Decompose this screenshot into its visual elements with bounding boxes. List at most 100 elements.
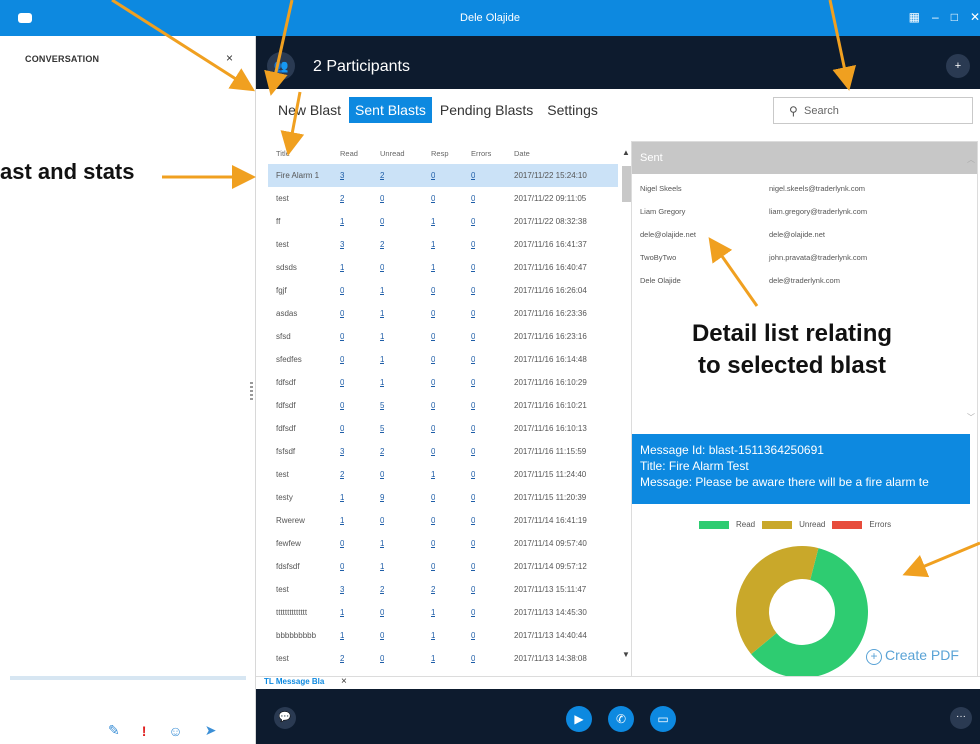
screen-share-icon[interactable]: ▭ (650, 706, 676, 732)
scroll-up-icon[interactable]: ▲ (622, 148, 630, 157)
cell-resp[interactable]: 0 (431, 424, 435, 433)
cell-read[interactable]: 0 (340, 355, 344, 364)
cell-errors[interactable]: 0 (471, 286, 475, 295)
table-row[interactable]: Rwerew 1 0 0 0 2017/11/14 16:41:19 (268, 509, 618, 532)
cell-errors[interactable]: 0 (471, 539, 475, 548)
priority-icon[interactable]: ! (142, 723, 147, 739)
table-row[interactable]: sdsds 1 0 1 0 2017/11/16 16:40:47 (268, 256, 618, 279)
table-row[interactable]: test 2 0 1 0 2017/11/13 14:38:08 (268, 647, 618, 670)
table-row[interactable]: fdfsdf 0 1 0 0 2017/11/16 16:10:29 (268, 371, 618, 394)
add-participant-icon[interactable]: + (946, 54, 970, 78)
recipient-row[interactable]: Liam Gregory liam.gregory@traderlynk.com (640, 203, 970, 225)
cell-read[interactable]: 1 (340, 217, 344, 226)
cell-resp[interactable]: 0 (431, 378, 435, 387)
table-row[interactable]: Fire Alarm 1 3 2 0 0 2017/11/22 15:24:10 (268, 164, 618, 187)
tab-message-blast[interactable]: TL Message Bla (264, 677, 324, 686)
cell-errors[interactable]: 0 (471, 424, 475, 433)
table-row[interactable]: test 2 0 1 0 2017/11/15 11:24:40 (268, 463, 618, 486)
cell-resp[interactable]: 0 (431, 401, 435, 410)
tab-sent-blasts[interactable]: Sent Blasts (349, 97, 432, 123)
column-header-resp[interactable]: Resp (431, 149, 449, 158)
close-icon[interactable]: ✕ (970, 10, 980, 24)
table-row[interactable]: fewfew 0 1 0 0 2017/11/14 09:57:40 (268, 532, 618, 555)
cell-resp[interactable]: 1 (431, 263, 435, 272)
recipient-row[interactable]: dele@olajide.net dele@olajide.net (640, 226, 970, 248)
cell-read[interactable]: 3 (340, 585, 344, 594)
cell-unread[interactable]: 1 (380, 355, 384, 364)
paperclip-icon[interactable]: ✎ (108, 722, 120, 739)
cell-unread[interactable]: 1 (380, 539, 384, 548)
tab-pending-blasts[interactable]: Pending Blasts (434, 97, 539, 123)
tab-settings[interactable]: Settings (541, 97, 604, 123)
cell-unread[interactable]: 0 (380, 516, 384, 525)
cell-errors[interactable]: 0 (471, 516, 475, 525)
cell-unread[interactable]: 0 (380, 194, 384, 203)
cell-unread[interactable]: 9 (380, 493, 384, 502)
column-header-unread[interactable]: Unread (380, 149, 405, 158)
cell-read[interactable]: 2 (340, 654, 344, 663)
snap-icon[interactable]: ▦ (909, 10, 920, 24)
cell-unread[interactable]: 0 (380, 217, 384, 226)
cell-unread[interactable]: 0 (380, 631, 384, 640)
table-row[interactable]: fdfsdf 0 5 0 0 2017/11/16 16:10:13 (268, 417, 618, 440)
table-row[interactable]: ff 1 0 1 0 2017/11/22 08:32:38 (268, 210, 618, 233)
table-row[interactable]: test 3 2 1 0 2017/11/16 16:41:37 (268, 233, 618, 256)
cell-read[interactable]: 1 (340, 263, 344, 272)
table-row[interactable]: fgjf 0 1 0 0 2017/11/16 16:26:04 (268, 279, 618, 302)
cell-errors[interactable]: 0 (471, 378, 475, 387)
cell-resp[interactable]: 0 (431, 286, 435, 295)
conversation-close-button[interactable]: × (226, 51, 233, 65)
cell-resp[interactable]: 0 (431, 355, 435, 364)
cell-resp[interactable]: 0 (431, 562, 435, 571)
cell-read[interactable]: 0 (340, 309, 344, 318)
cell-read[interactable]: 2 (340, 470, 344, 479)
create-pdf-button[interactable]: + Create PDF (866, 647, 959, 665)
cell-unread[interactable]: 2 (380, 585, 384, 594)
cell-errors[interactable]: 0 (471, 654, 475, 663)
cell-resp[interactable]: 0 (431, 516, 435, 525)
cell-unread[interactable]: 0 (380, 654, 384, 663)
cell-errors[interactable]: 0 (471, 194, 475, 203)
minimize-icon[interactable]: – (932, 10, 939, 24)
cell-unread[interactable]: 1 (380, 309, 384, 318)
participants-icon[interactable]: 👥 (267, 52, 295, 80)
cell-read[interactable]: 0 (340, 562, 344, 571)
column-header-title[interactable]: Title (276, 149, 334, 158)
cell-unread[interactable]: 0 (380, 263, 384, 272)
legend-swatch-unread[interactable] (762, 520, 793, 529)
cell-resp[interactable]: 0 (431, 539, 435, 548)
cell-resp[interactable]: 2 (431, 585, 435, 594)
table-row[interactable]: sfedfes 0 1 0 0 2017/11/16 16:14:48 (268, 348, 618, 371)
scroll-down-icon[interactable]: ▼ (622, 650, 630, 659)
table-row[interactable]: asdas 0 1 0 0 2017/11/16 16:23:36 (268, 302, 618, 325)
cell-unread[interactable]: 2 (380, 240, 384, 249)
cell-unread[interactable]: 1 (380, 332, 384, 341)
cell-errors[interactable]: 0 (471, 608, 475, 617)
emoji-icon[interactable]: ☺ (168, 723, 182, 739)
cell-unread[interactable]: 0 (380, 470, 384, 479)
cell-read[interactable]: 1 (340, 631, 344, 640)
cell-resp[interactable]: 1 (431, 654, 435, 663)
cell-resp[interactable]: 1 (431, 608, 435, 617)
cell-errors[interactable]: 0 (471, 585, 475, 594)
cell-resp[interactable]: 1 (431, 631, 435, 640)
recipient-row[interactable]: Nigel Skeels nigel.skeels@traderlynk.com (640, 180, 970, 202)
cell-read[interactable]: 3 (340, 447, 344, 456)
table-row[interactable]: bbbbbbbbb 1 0 1 0 2017/11/13 14:40:44 (268, 624, 618, 647)
cell-read[interactable]: 0 (340, 286, 344, 295)
column-header-read[interactable]: Read (340, 149, 358, 158)
cell-read[interactable]: 1 (340, 608, 344, 617)
recipient-row[interactable]: Dele Olajide dele@traderlynk.com (640, 272, 970, 294)
table-row[interactable]: tttttttttttttt 1 0 1 0 2017/11/13 14:45:30 (268, 601, 618, 624)
table-row[interactable]: fdsfsdf 0 1 0 0 2017/11/14 09:57:12 (268, 555, 618, 578)
cell-errors[interactable]: 0 (471, 562, 475, 571)
legend-swatch-errors[interactable] (832, 520, 863, 529)
detail-scroll-down-icon[interactable]: ﹀ (967, 412, 975, 423)
cell-unread[interactable]: 1 (380, 562, 384, 571)
cell-resp[interactable]: 0 (431, 194, 435, 203)
cell-errors[interactable]: 0 (471, 217, 475, 226)
send-icon[interactable]: ➤ (205, 722, 217, 739)
column-header-errors[interactable]: Errors (471, 149, 491, 158)
cell-unread[interactable]: 1 (380, 378, 384, 387)
search-input[interactable]: ⚲ Search (773, 97, 973, 124)
